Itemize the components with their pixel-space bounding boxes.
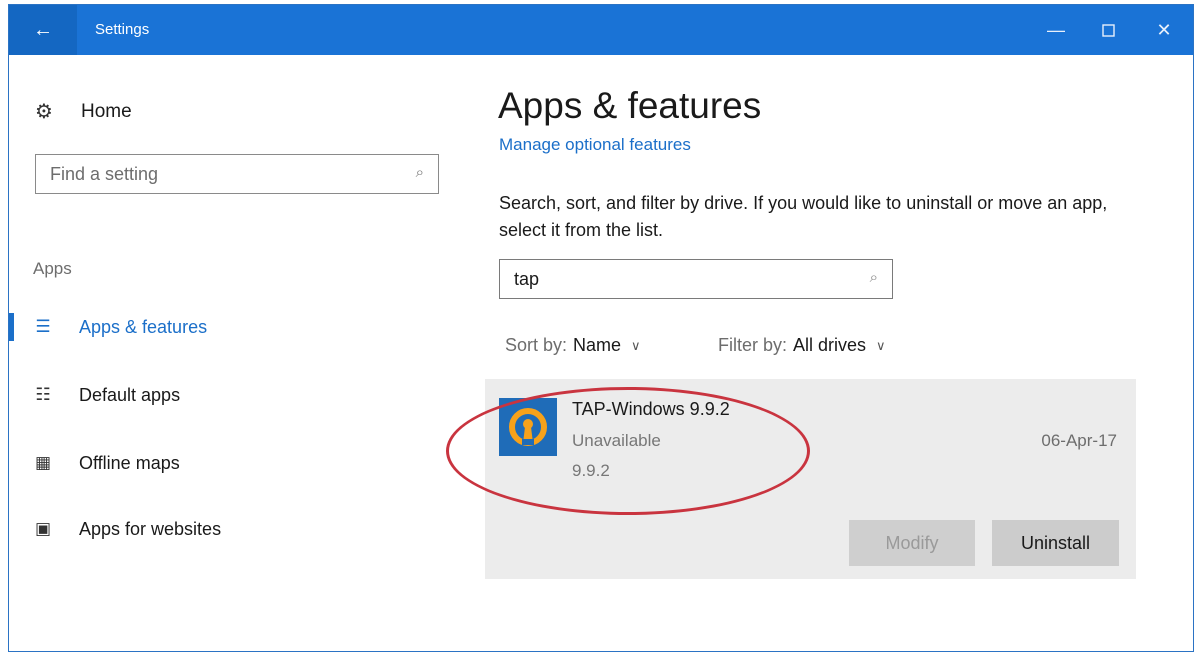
- modify-button[interactable]: Modify: [849, 520, 975, 566]
- filter-label: Filter by:: [718, 335, 788, 355]
- app-list-item[interactable]: TAP-Windows 9.9.2 Unavailable 9.9.2 06-A…: [485, 379, 1136, 579]
- search-icon: ⌕: [415, 164, 424, 181]
- sidebar-item-apps-features[interactable]: ☰ Apps & features: [9, 309, 207, 345]
- chevron-down-icon: ∨: [876, 337, 886, 353]
- chevron-down-icon: ∨: [631, 337, 641, 353]
- description-text: Search, sort, and filter by drive. If yo…: [499, 193, 1108, 240]
- sidebar-item-offline-maps[interactable]: ▦ Offline maps: [9, 445, 180, 481]
- sort-label: Sort by:: [505, 335, 568, 355]
- sidebar-item-label: Apps & features: [79, 316, 208, 337]
- find-setting-placeholder: Find a setting: [50, 164, 159, 184]
- title-bar: ← Settings — ✕: [9, 5, 1193, 55]
- back-arrow-icon[interactable]: ←: [9, 5, 77, 55]
- list-icon: ☰: [35, 317, 51, 336]
- sidebar-item-label: Apps for websites: [79, 518, 222, 539]
- sort-value: Name: [573, 335, 622, 355]
- sort-dropdown[interactable]: Sort by: Name ∨: [505, 335, 641, 356]
- sidebar-item-default-apps[interactable]: ☷ Default apps: [9, 377, 180, 413]
- app-name: TAP-Windows 9.9.2: [572, 399, 730, 419]
- group-label-apps: Apps: [33, 259, 72, 278]
- app-status: Unavailable: [572, 431, 661, 450]
- sidebar-item-label: Default apps: [79, 384, 181, 405]
- filter-value: All drives: [793, 335, 867, 355]
- default-apps-icon: ☷: [35, 385, 51, 404]
- uninstall-button[interactable]: Uninstall: [992, 520, 1119, 566]
- minimize-icon[interactable]: —: [1031, 5, 1081, 55]
- settings-window: ← Settings — ✕ ⚙ Home Find a setting ⌕ A…: [8, 4, 1194, 652]
- find-setting-input[interactable]: Find a setting ⌕: [35, 154, 439, 194]
- manage-optional-features-link[interactable]: Manage optional features: [499, 135, 691, 155]
- website-icon: ▣: [34, 519, 52, 538]
- app-install-date: 06-Apr-17: [1041, 431, 1117, 450]
- window-title: Settings: [95, 21, 150, 38]
- openvpn-icon: [499, 398, 557, 456]
- close-icon[interactable]: ✕: [1139, 5, 1189, 55]
- map-icon: ▦: [34, 453, 52, 472]
- active-indicator: [9, 313, 14, 341]
- gear-icon: ⚙: [35, 101, 53, 123]
- home-link[interactable]: ⚙ Home: [35, 99, 132, 124]
- app-search-input[interactable]: tap ⌕: [499, 259, 893, 299]
- page-title: Apps & features: [498, 85, 762, 126]
- app-version: 9.9.2: [572, 461, 610, 480]
- sidebar-item-label: Offline maps: [79, 452, 180, 473]
- maximize-icon[interactable]: [1083, 5, 1133, 55]
- sidebar-item-apps-for-websites[interactable]: ▣ Apps for websites: [9, 511, 221, 547]
- filter-dropdown[interactable]: Filter by: All drives ∨: [718, 335, 886, 356]
- app-search-value: tap: [514, 269, 540, 289]
- home-label: Home: [81, 100, 132, 122]
- search-icon: ⌕: [869, 269, 878, 286]
